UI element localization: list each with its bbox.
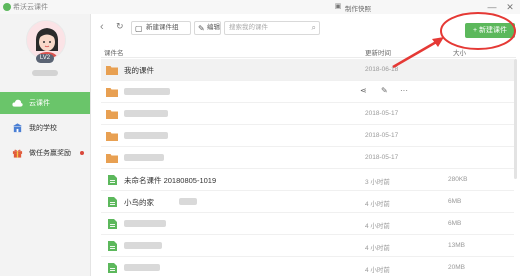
- annotation-circle-icon: [440, 12, 516, 50]
- annotation-arrow-line: [392, 39, 439, 69]
- annotation-overlay: [392, 12, 516, 69]
